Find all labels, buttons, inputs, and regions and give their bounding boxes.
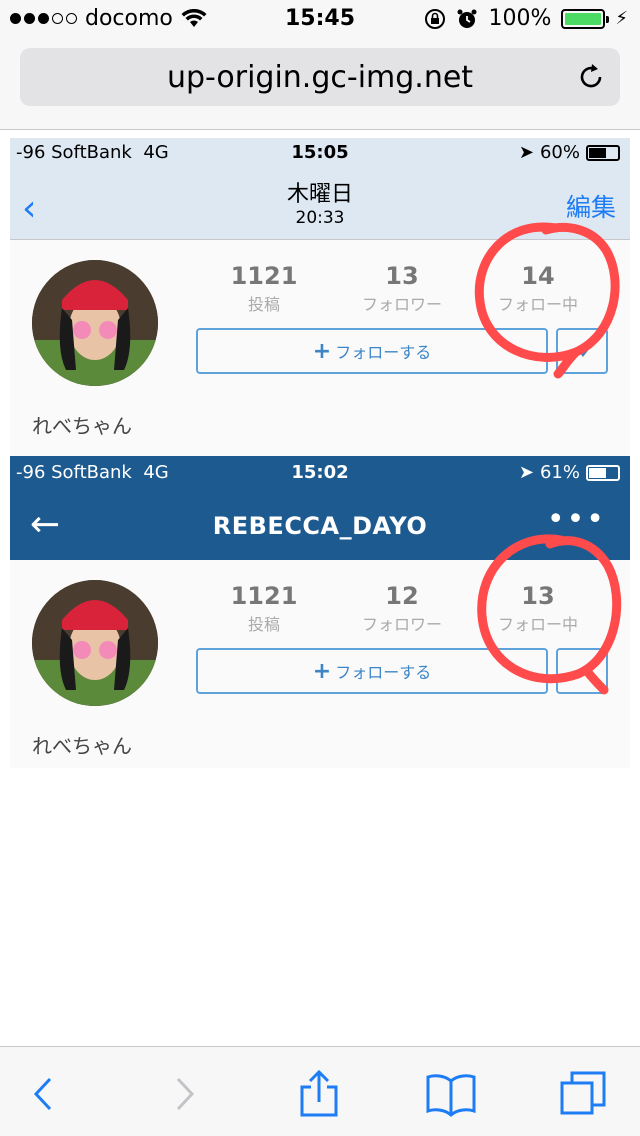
- inner-battery-pct-1: 60%: [539, 142, 580, 163]
- back-chevron-icon[interactable]: [20, 1069, 70, 1119]
- nav-bar-1: -96 SoftBank 4G 15:05 ➤ 60% ‹ 木曜日 20:33 …: [10, 138, 630, 240]
- forward-chevron-icon[interactable]: [158, 1069, 208, 1119]
- posts-stat[interactable]: 1121 投稿: [204, 582, 324, 635]
- inner-status-bar-2: -96 SoftBank 4G 15:02 ➤ 61%: [10, 458, 630, 488]
- profile-section-2: 1121 投稿 12 フォロワー 13 フォロー中 + フォローする れべちゃん: [10, 560, 630, 770]
- more-options-icon[interactable]: •••: [547, 502, 606, 537]
- followers-stat[interactable]: 12 フォロワー: [342, 582, 462, 635]
- rotation-lock-icon: [425, 8, 446, 29]
- posts-label: 投稿: [247, 295, 280, 314]
- following-label: フォロー中: [497, 295, 578, 314]
- username: れべちゃん: [32, 734, 132, 758]
- url-text: up-origin.gc-img.net: [166, 59, 474, 95]
- followers-label: フォロワー: [361, 615, 442, 634]
- posts-count: 1121: [230, 262, 298, 290]
- nav-title-1: 木曜日: [286, 182, 353, 207]
- profile-section-1: 1121 投稿 13 フォロワー 14 フォロー中 + フォローする れべちゃん: [10, 240, 630, 450]
- follow-button-label: フォローする: [335, 343, 432, 362]
- bookmarks-icon[interactable]: [426, 1069, 476, 1119]
- browser-toolbar: up-origin.gc-img.net: [0, 40, 640, 130]
- dropdown-button[interactable]: [556, 328, 608, 374]
- location-icon: ➤: [518, 462, 534, 483]
- plus-icon: +: [312, 658, 332, 684]
- nav-bar-2: -96 SoftBank 4G 15:02 ➤ 61% ← REBECCA_DA…: [10, 456, 630, 560]
- following-stat[interactable]: 14 フォロー中: [478, 262, 598, 315]
- followers-stat[interactable]: 13 フォロワー: [342, 262, 462, 315]
- bottom-toolbar: [0, 1046, 640, 1136]
- alarm-icon: [457, 9, 477, 28]
- battery-percent: 100%: [488, 6, 552, 31]
- plus-icon: +: [312, 338, 332, 364]
- avatar-photo: [32, 580, 158, 706]
- inner-battery-icon-1: [586, 144, 620, 161]
- dropdown-button[interactable]: [556, 648, 608, 694]
- share-icon[interactable]: [294, 1069, 344, 1119]
- charging-icon: ⚡: [615, 8, 628, 29]
- followers-count: 12: [385, 582, 419, 610]
- location-icon: ➤: [518, 142, 534, 163]
- inner-battery-pct-2: 61%: [539, 462, 580, 483]
- posts-count: 1121: [230, 582, 298, 610]
- following-label: フォロー中: [497, 615, 578, 634]
- following-count: 13: [521, 582, 555, 610]
- avatar-photo: [32, 260, 158, 386]
- following-count: 14: [521, 262, 555, 290]
- tabs-icon[interactable]: [558, 1069, 608, 1119]
- nav-subtitle-1: 20:33: [295, 208, 345, 228]
- url-bar[interactable]: up-origin.gc-img.net: [20, 48, 620, 106]
- reload-icon[interactable]: [576, 62, 606, 92]
- follow-button[interactable]: + フォローする: [196, 328, 548, 374]
- inner-battery-icon-2: [586, 464, 620, 481]
- edit-button[interactable]: 編集: [566, 188, 616, 224]
- avatar[interactable]: [32, 580, 158, 706]
- triangle-down-icon: [576, 348, 590, 357]
- nav-title-2: REBECCA_DAYO: [212, 512, 428, 540]
- battery-icon: [561, 8, 610, 29]
- inner-status-bar-1: -96 SoftBank 4G 15:05 ➤ 60%: [10, 138, 630, 168]
- status-bar: docomo 15:45 100% ⚡: [0, 0, 640, 40]
- username: れべちゃん: [32, 414, 132, 438]
- posts-label: 投稿: [247, 615, 280, 634]
- follow-button[interactable]: + フォローする: [196, 648, 548, 694]
- followers-count: 13: [385, 262, 419, 290]
- followers-label: フォロワー: [361, 295, 442, 314]
- screen: docomo 15:45 100% ⚡ up-origin.gc-img.net…: [0, 0, 640, 1136]
- avatar[interactable]: [32, 260, 158, 386]
- follow-button-label: フォローする: [335, 663, 432, 682]
- following-stat[interactable]: 13 フォロー中: [478, 582, 598, 635]
- posts-stat[interactable]: 1121 投稿: [204, 262, 324, 315]
- screenshot-image: -96 SoftBank 4G 15:05 ➤ 60% ‹ 木曜日 20:33 …: [10, 138, 630, 768]
